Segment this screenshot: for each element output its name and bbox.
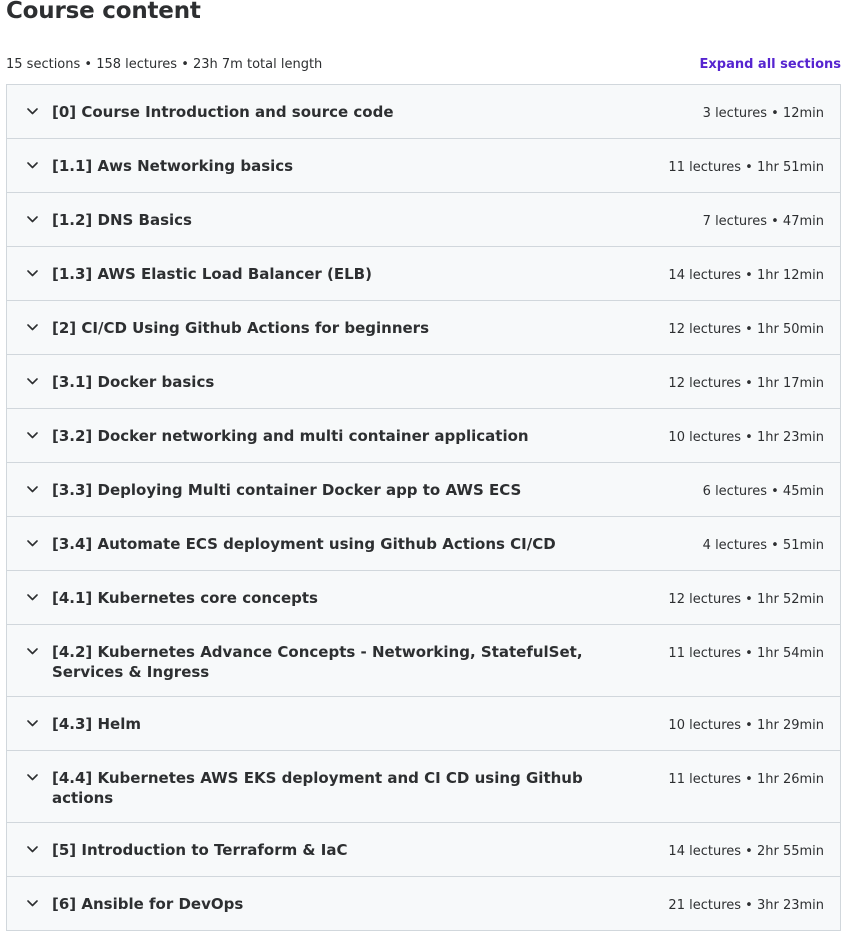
section-info: 3 lectures • 12min	[702, 106, 824, 121]
section-header[interactable]: [2] CI/CD Using Github Actions for begin…	[7, 301, 840, 355]
section-info: 11 lectures • 1hr 26min	[668, 772, 824, 787]
section-info: 10 lectures • 1hr 29min	[668, 718, 824, 733]
section-info: 14 lectures • 2hr 55min	[668, 844, 824, 859]
section-header[interactable]: [1.3] AWS Elastic Load Balancer (ELB) 14 …	[7, 247, 840, 301]
section-info: 14 lectures • 1hr 12min	[668, 268, 824, 283]
section-title: [4.1] Kubernetes core concepts	[52, 589, 318, 607]
section-info: 7 lectures • 47min	[702, 214, 824, 229]
section-title: [3.4] Automate ECS deployment using Gith…	[52, 535, 556, 553]
chevron-down-icon	[27, 372, 40, 390]
section-header[interactable]: [4.1] Kubernetes core concepts 12 lecture…	[7, 571, 840, 625]
section-title: [2] CI/CD Using Github Actions for begin…	[52, 319, 429, 337]
course-summary: 15 sections • 158 lectures • 23h 7m tota…	[6, 56, 323, 72]
chevron-down-icon	[27, 264, 40, 282]
chevron-down-icon	[27, 480, 40, 498]
section-title: [1.2] DNS Basics	[52, 211, 192, 229]
section-info: 21 lectures • 3hr 23min	[668, 898, 824, 913]
course-meta-row: 15 sections • 158 lectures • 23h 7m tota…	[6, 55, 841, 73]
section-title: [3.1] Docker basics	[52, 373, 215, 391]
chevron-down-icon	[27, 426, 40, 444]
expand-all-sections-button[interactable]: Expand all sections	[700, 57, 842, 72]
section-title: [3.3] Deploying Multi container Docker a…	[52, 481, 522, 499]
page-title: Course content	[6, 0, 201, 24]
chevron-down-icon	[27, 102, 40, 120]
section-header[interactable]: [3.3] Deploying Multi container Docker a…	[7, 463, 840, 517]
section-info: 10 lectures • 1hr 23min	[668, 430, 824, 445]
chevron-down-icon	[27, 840, 40, 858]
section-info: 12 lectures • 1hr 17min	[668, 376, 824, 391]
chevron-down-icon	[27, 714, 40, 732]
section-header[interactable]: [1.2] DNS Basics 7 lectures • 47min	[7, 193, 840, 247]
section-title: [6] Ansible for DevOps	[52, 895, 244, 913]
chevron-down-icon	[27, 642, 40, 660]
section-title: [4.4] Kubernetes AWS EKS deployment and …	[52, 769, 583, 807]
section-header[interactable]: [3.4] Automate ECS deployment using Gith…	[7, 517, 840, 571]
section-info: 11 lectures • 1hr 54min	[668, 646, 824, 661]
section-header[interactable]: [5] Introduction to Terraform & IaC 14 le…	[7, 823, 840, 877]
section-title: [0] Course Introduction and source code	[52, 103, 394, 121]
section-title: [1.1] Aws Networking basics	[52, 157, 294, 175]
chevron-down-icon	[27, 210, 40, 228]
section-title: [1.3] AWS Elastic Load Balancer (ELB)	[52, 265, 372, 283]
section-header[interactable]: [4.3] Helm 10 lectures • 1hr 29min	[7, 697, 840, 751]
section-info: 4 lectures • 51min	[702, 538, 824, 553]
section-title: [4.2] Kubernetes Advance Concepts - Netw…	[52, 643, 583, 681]
section-header[interactable]: [4.2] Kubernetes Advance Concepts - Netw…	[7, 625, 840, 697]
chevron-down-icon	[27, 318, 40, 336]
section-header[interactable]: [1.1] Aws Networking basics 11 lectures •…	[7, 139, 840, 193]
section-header[interactable]: [4.4] Kubernetes AWS EKS deployment and …	[7, 751, 840, 823]
section-title: [4.3] Helm	[52, 715, 142, 733]
chevron-down-icon	[27, 534, 40, 552]
section-title: [5] Introduction to Terraform & IaC	[52, 841, 348, 859]
section-header[interactable]: [3.1] Docker basics 12 lectures • 1hr 17m…	[7, 355, 840, 409]
section-header[interactable]: [3.2] Docker networking and multi contai…	[7, 409, 840, 463]
section-header[interactable]: [6] Ansible for DevOps 21 lectures • 3hr …	[7, 877, 840, 930]
section-info: 12 lectures • 1hr 52min	[668, 592, 824, 607]
chevron-down-icon	[27, 156, 40, 174]
chevron-down-icon	[27, 768, 40, 786]
section-title: [3.2] Docker networking and multi contai…	[52, 427, 529, 445]
section-info: 11 lectures • 1hr 51min	[668, 160, 824, 175]
section-info: 12 lectures • 1hr 50min	[668, 322, 824, 337]
sections-list: [0] Course Introduction and source code 3…	[6, 84, 841, 931]
chevron-down-icon	[27, 588, 40, 606]
section-header[interactable]: [0] Course Introduction and source code 3…	[7, 85, 840, 139]
chevron-down-icon	[27, 894, 40, 912]
section-info: 6 lectures • 45min	[702, 484, 824, 499]
